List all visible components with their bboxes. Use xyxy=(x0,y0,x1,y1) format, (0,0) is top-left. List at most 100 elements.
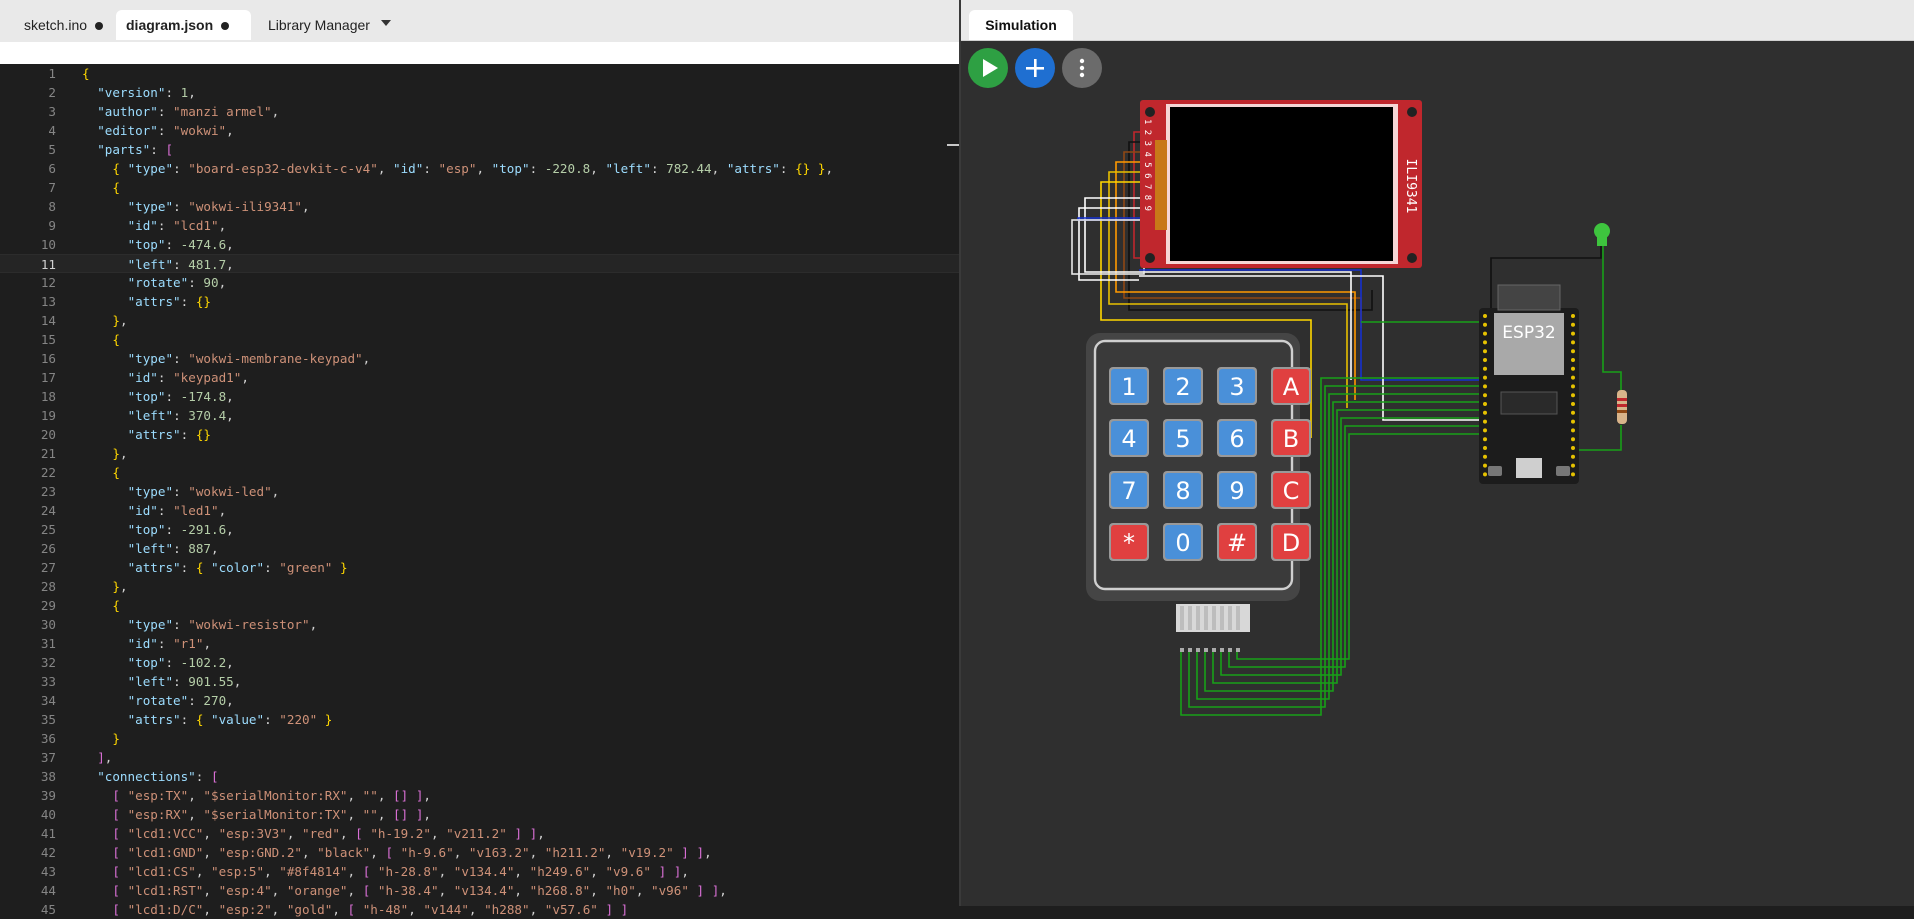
line-code: "left": 887, xyxy=(127,541,219,556)
line-number: 40 xyxy=(40,807,56,822)
line-code: "rotate": 90, xyxy=(127,275,227,290)
line-code: "type": "wokwi-resistor", xyxy=(127,617,318,632)
code-line[interactable]: 11 "left": 481.7, xyxy=(0,254,959,273)
code-line[interactable]: 21 }, xyxy=(0,444,959,463)
line-number: 35 xyxy=(40,712,56,727)
code-line[interactable]: 4 "editor": "wokwi", xyxy=(0,121,959,140)
code-line[interactable]: 7 { xyxy=(0,178,959,197)
tab-diagram-json[interactable]: diagram.json xyxy=(116,10,251,40)
tab-library-manager[interactable]: Library Manager xyxy=(258,10,378,40)
code-line[interactable]: 16 "type": "wokwi-membrane-keypad", xyxy=(0,349,959,368)
line-number: 9 xyxy=(48,218,56,233)
code-line[interactable]: 8 "type": "wokwi-ili9341", xyxy=(0,197,959,216)
line-code: "left": 901.55, xyxy=(127,674,242,689)
keypad-key-label: D xyxy=(1282,529,1300,557)
code-line[interactable]: 31 "id": "r1", xyxy=(0,634,959,653)
line-number: 29 xyxy=(40,598,56,613)
code-line[interactable]: 30 "type": "wokwi-resistor", xyxy=(0,615,959,634)
line-number: 27 xyxy=(40,560,56,575)
code-line[interactable]: 5 "parts": [ xyxy=(0,140,959,159)
more-options-button[interactable] xyxy=(1062,48,1102,88)
keypad-key-label: 4 xyxy=(1121,425,1136,453)
line-code: [ "lcd1:VCC", "esp:3V3", "red", [ "h-19.… xyxy=(112,826,545,841)
keypad-key-label: C xyxy=(1283,477,1300,505)
line-number: 18 xyxy=(40,389,56,404)
code-line[interactable]: 13 "attrs": {} xyxy=(0,292,959,311)
code-line[interactable]: 39 [ "esp:TX", "$serialMonitor:RX", "", … xyxy=(0,786,959,805)
line-number: 11 xyxy=(40,257,56,272)
code-line[interactable]: 12 "rotate": 90, xyxy=(0,273,959,292)
code-line[interactable]: 28 }, xyxy=(0,577,959,596)
code-line[interactable]: 38 "connections": [ xyxy=(0,767,959,786)
line-code: "parts": [ xyxy=(97,142,174,157)
code-line[interactable]: 37 ], xyxy=(0,748,959,767)
start-simulation-button[interactable] xyxy=(968,48,1008,88)
tab-menu-chevron-down-icon[interactable] xyxy=(381,20,391,26)
line-code: "top": -174.8, xyxy=(127,389,234,404)
code-line[interactable]: 9 "id": "lcd1", xyxy=(0,216,959,235)
line-number: 8 xyxy=(48,199,56,214)
add-part-button[interactable] xyxy=(1015,48,1055,88)
line-number: 14 xyxy=(40,313,56,328)
esp32-reset-button[interactable] xyxy=(1556,466,1570,476)
wire-resistor xyxy=(1578,425,1622,451)
esp32-pin xyxy=(1571,437,1575,442)
code-line[interactable]: 45 [ "lcd1:D/C", "esp:2", "gold", [ "h-4… xyxy=(0,900,959,919)
code-text-area[interactable]: 1{2 "version": 1, 3 "author": "manzi arme… xyxy=(0,64,959,917)
lcd-connector xyxy=(1155,140,1167,230)
code-line[interactable]: 42 [ "lcd1:GND", "esp:GND.2", "black", [… xyxy=(0,843,959,862)
code-line[interactable]: 17 "id": "keypad1", xyxy=(0,368,959,387)
tab-simulation[interactable]: Simulation xyxy=(969,10,1073,40)
code-line[interactable]: 43 [ "lcd1:CS", "esp:5", "#8f4814", [ "h… xyxy=(0,862,959,881)
code-line[interactable]: 32 "top": -102.2, xyxy=(0,653,959,672)
code-line[interactable]: 18 "top": -174.8, xyxy=(0,387,959,406)
esp32-boot-button[interactable] xyxy=(1488,466,1502,476)
line-number: 34 xyxy=(40,693,56,708)
code-line[interactable]: 22 { xyxy=(0,463,959,482)
line-code: "top": -291.6, xyxy=(127,522,234,537)
code-line[interactable]: 15 { xyxy=(0,330,959,349)
code-line[interactable]: 14 }, xyxy=(0,311,959,330)
keypad-pin xyxy=(1228,648,1232,652)
code-line[interactable]: 44 [ "lcd1:RST", "esp:4", "orange", [ "h… xyxy=(0,881,959,900)
code-line[interactable]: 34 "rotate": 270, xyxy=(0,691,959,710)
line-code: "type": "wokwi-ili9341", xyxy=(127,199,310,214)
esp32-pin xyxy=(1483,437,1487,442)
code-line[interactable]: 27 "attrs": { "color": "green" } xyxy=(0,558,959,577)
simulation-canvas[interactable]: ILI9341 1 2 3 4 5 6 7 8 9 1 2 3 A 4 5 6 B 7 8 9 C * 0 # D… xyxy=(961,0,1914,906)
code-line[interactable]: 10 "top": -474.6, xyxy=(0,235,959,254)
code-line[interactable]: 24 "id": "led1", xyxy=(0,501,959,520)
keypad-key-label: A xyxy=(1283,373,1300,401)
code-line[interactable]: 35 "attrs": { "value": "220" } xyxy=(0,710,959,729)
code-line[interactable]: 6 { "type": "board-esp32-devkit-c-v4", "… xyxy=(0,159,959,178)
code-line[interactable]: 19 "left": 370.4, xyxy=(0,406,959,425)
esp32-pin xyxy=(1483,419,1487,424)
line-code: { xyxy=(82,66,90,81)
code-line[interactable]: 2 "version": 1, xyxy=(0,83,959,102)
scrollbar-marker[interactable] xyxy=(947,144,959,146)
code-line[interactable]: 29 { xyxy=(0,596,959,615)
line-code: "top": -474.6, xyxy=(127,237,234,252)
code-line[interactable]: 40 [ "esp:RX", "$serialMonitor:TX", "", … xyxy=(0,805,959,824)
code-line[interactable]: 3 "author": "manzi armel", xyxy=(0,102,959,121)
code-line[interactable]: 41 [ "lcd1:VCC", "esp:3V3", "red", [ "h-… xyxy=(0,824,959,843)
code-line[interactable]: 23 "type": "wokwi-led", xyxy=(0,482,959,501)
code-line[interactable]: 33 "left": 901.55, xyxy=(0,672,959,691)
led-dome[interactable] xyxy=(1594,223,1610,239)
line-number: 3 xyxy=(48,104,56,119)
ribbon-stripe xyxy=(1212,606,1216,630)
line-number: 45 xyxy=(40,902,56,917)
tab-sketch-ino[interactable]: sketch.ino xyxy=(14,10,110,40)
line-number: 12 xyxy=(40,275,56,290)
code-line[interactable]: 20 "attrs": {} xyxy=(0,425,959,444)
plus-icon xyxy=(1026,59,1044,77)
tab-label: diagram.json xyxy=(126,17,214,33)
line-number: 21 xyxy=(40,446,56,461)
keypad-key-label: 9 xyxy=(1229,477,1244,505)
code-line[interactable]: 36 } xyxy=(0,729,959,748)
code-line[interactable]: 1{ xyxy=(0,64,959,83)
line-code: [ "lcd1:CS", "esp:5", "#8f4814", [ "h-28… xyxy=(112,864,689,879)
code-line[interactable]: 26 "left": 887, xyxy=(0,539,959,558)
tab-label: Library Manager xyxy=(268,17,370,33)
code-line[interactable]: 25 "top": -291.6, xyxy=(0,520,959,539)
